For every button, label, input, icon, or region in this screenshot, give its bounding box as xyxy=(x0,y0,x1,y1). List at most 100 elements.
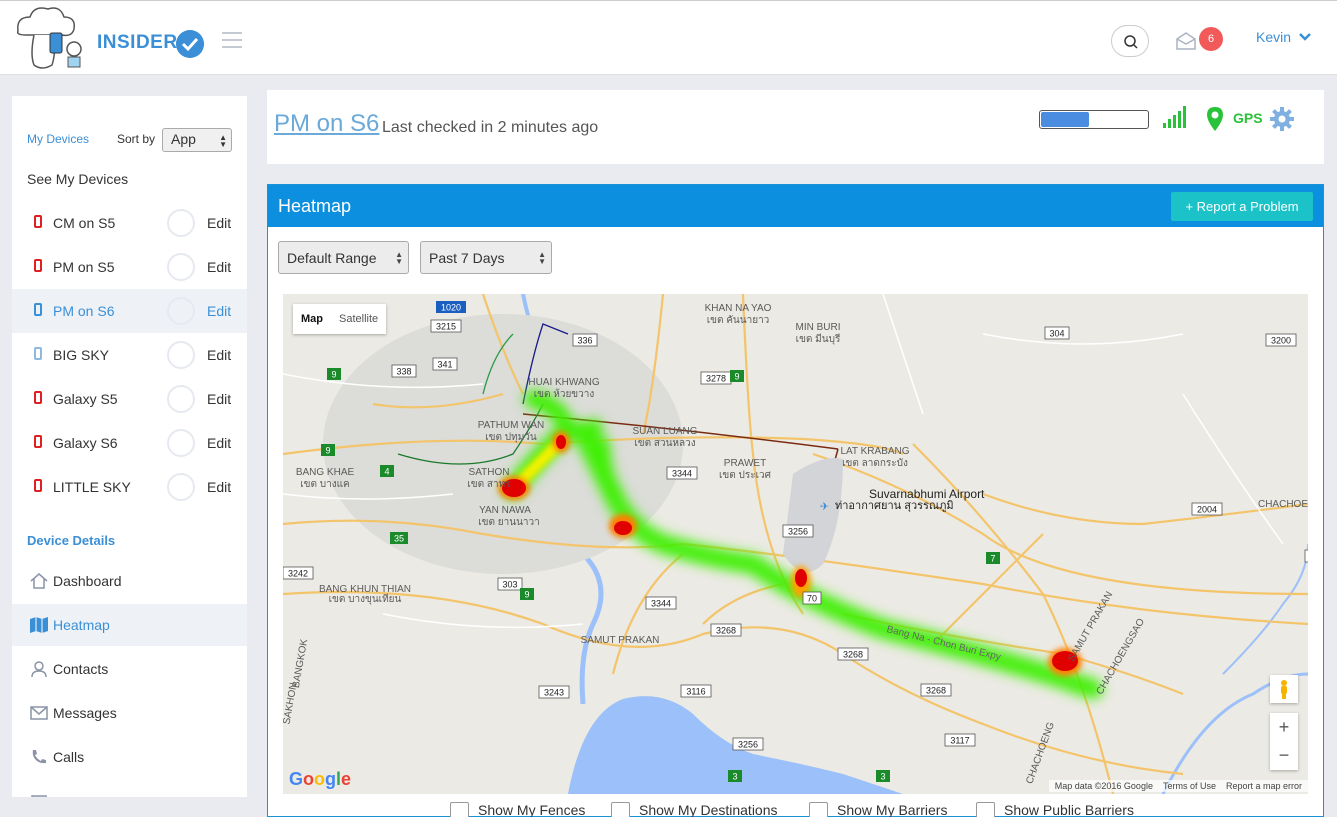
checkbox[interactable] xyxy=(976,802,995,817)
range-select[interactable]: Default Range ▲ ▼ xyxy=(278,241,409,274)
range-select-value: Default Range xyxy=(287,250,377,266)
device-item[interactable]: BIG SKY Edit xyxy=(12,333,247,377)
map-data-text: Map data ©2016 Google xyxy=(1054,781,1153,791)
device-edit-link[interactable]: Edit xyxy=(207,479,231,495)
map-label: เขต คันนายาว xyxy=(707,315,770,326)
device-edit-link[interactable]: Edit xyxy=(207,435,231,451)
device-edit-link[interactable]: Edit xyxy=(207,215,231,231)
insider-logo[interactable] xyxy=(12,3,92,73)
map-label: เขต สวนหลวง xyxy=(634,438,695,449)
phone-icon xyxy=(34,391,42,404)
checkbox[interactable] xyxy=(809,802,828,817)
road-shield-label: 336 xyxy=(577,336,592,346)
road-shield: 336 xyxy=(572,333,598,347)
heat-peak xyxy=(795,569,807,587)
road-shield: 3 xyxy=(876,770,890,782)
search-button[interactable] xyxy=(1111,25,1149,57)
zoom-out-button[interactable]: − xyxy=(1270,741,1298,769)
zoom-control[interactable]: + − xyxy=(1270,713,1298,770)
device-title-link[interactable]: PM on S6 xyxy=(274,110,379,138)
heat-blob xyxy=(583,419,603,439)
report-problem-button[interactable]: + Report a Problem xyxy=(1171,192,1313,221)
menu-toggle-icon[interactable] xyxy=(222,32,242,53)
report-map-error-link[interactable]: Report a map error xyxy=(1226,781,1302,791)
show-barriers-checkbox[interactable]: Show My Barriers xyxy=(809,802,947,817)
road-shield-label: 3116 xyxy=(686,687,705,697)
device-item[interactable]: Galaxy S5 Edit xyxy=(12,377,247,421)
road-shield-label: 341 xyxy=(437,360,452,370)
map-label: PRAWET xyxy=(724,458,766,469)
phone-call-icon xyxy=(32,750,46,764)
road-shield-label: 3200 xyxy=(1271,336,1291,346)
road-shield-label: 4 xyxy=(384,467,389,477)
road-shield-label: 3256 xyxy=(788,527,808,537)
road-shield-label: 7 xyxy=(990,554,995,564)
device-name: CM on S5 xyxy=(53,215,116,231)
road-shield: 3256 xyxy=(782,524,814,538)
brand-name[interactable]: INSIDER xyxy=(97,32,178,54)
device-item[interactable]: LITTLE SKY Edit xyxy=(12,465,247,509)
map-label: SAKHON xyxy=(283,682,300,726)
map-type-map[interactable]: Map xyxy=(293,304,331,334)
map-label: เขต ยานนาวา xyxy=(478,517,540,528)
device-edit-link[interactable]: Edit xyxy=(207,347,231,363)
nav-messages[interactable]: Messages xyxy=(12,692,247,734)
road-shield-label: 303 xyxy=(502,580,517,590)
road-shield-label: 3256 xyxy=(738,740,758,750)
street-view-pegman-icon[interactable] xyxy=(1270,675,1298,703)
see-my-devices-link[interactable]: See My Devices xyxy=(27,171,128,187)
mail-icon[interactable] xyxy=(1175,30,1197,52)
zoom-in-button[interactable]: + xyxy=(1270,713,1298,741)
heatmap-map[interactable]: ✈ 10203215336341338327830434813043200334… xyxy=(283,294,1308,794)
nav-heatmap[interactable]: Heatmap xyxy=(12,604,247,646)
nav-calls[interactable]: Calls xyxy=(12,736,247,778)
nav-dashboard[interactable]: Dashboard xyxy=(12,560,247,602)
road-shield: 3243 xyxy=(538,685,570,699)
map-type-control[interactable]: Map Satellite xyxy=(293,304,387,334)
nav-contacts[interactable]: Contacts xyxy=(12,648,247,690)
road-shield: 2004 xyxy=(1191,502,1223,516)
map-canvas[interactable]: ✈ 10203215336341338327830434813043200334… xyxy=(283,294,1308,794)
show-public-barriers-checkbox[interactable]: Show Public Barriers xyxy=(976,802,1134,817)
chevron-down-icon[interactable] xyxy=(1298,31,1312,43)
road-shield: 3268 xyxy=(837,647,869,661)
select-arrows-icon: ▲ ▼ xyxy=(395,250,403,266)
sort-select[interactable]: App ▲ ▼ xyxy=(162,128,232,152)
nav-label: Heatmap xyxy=(53,617,110,633)
period-select[interactable]: Past 7 Days ▲ ▼ xyxy=(420,241,552,274)
map-label: KHAN NA YAO xyxy=(705,303,772,314)
device-header-card: PM on S6 Last checked in 2 minutes ago G… xyxy=(267,90,1324,164)
road-shield: 9 xyxy=(730,370,744,382)
device-item-active[interactable]: PM on S6 Edit xyxy=(12,289,247,333)
device-item[interactable]: PM on S5 Edit xyxy=(12,245,247,289)
checkbox-label: Show Public Barriers xyxy=(1004,802,1134,817)
show-destinations-checkbox[interactable]: Show My Destinations xyxy=(611,802,778,817)
google-logo: Google xyxy=(289,769,352,789)
checkbox[interactable] xyxy=(450,802,469,817)
gear-icon[interactable] xyxy=(1269,106,1295,132)
road-shield: 1020 xyxy=(436,301,466,313)
checkbox[interactable] xyxy=(611,802,630,817)
map-icon xyxy=(30,617,48,633)
my-devices-link[interactable]: My Devices xyxy=(27,132,89,146)
road-shield: 35 xyxy=(390,532,408,544)
map-label: เขต มีนบุรี xyxy=(796,333,841,345)
road-shield: 4 xyxy=(380,465,394,477)
road-shield-label: 70 xyxy=(807,594,817,604)
road-shield-label: 9 xyxy=(734,372,739,382)
user-menu[interactable]: Kevin xyxy=(1256,29,1291,45)
device-edit-link[interactable]: Edit xyxy=(207,259,231,275)
checkbox-label: Show My Destinations xyxy=(639,802,778,817)
map-type-satellite[interactable]: Satellite xyxy=(331,304,386,334)
road-shield-label: 9 xyxy=(325,446,330,456)
device-edit-link[interactable]: Edit xyxy=(207,391,231,407)
nav-next-item[interactable] xyxy=(12,780,247,797)
road-shield-label: 3268 xyxy=(926,686,946,696)
terms-link[interactable]: Terms of Use xyxy=(1163,781,1216,791)
device-item[interactable]: CM on S5 Edit xyxy=(12,201,247,245)
device-edit-link[interactable]: Edit xyxy=(207,303,231,319)
device-item[interactable]: Galaxy S6 Edit xyxy=(12,421,247,465)
road-shield: 3256 xyxy=(732,737,764,751)
show-fences-checkbox[interactable]: Show My Fences xyxy=(450,802,585,817)
notification-badge[interactable]: 6 xyxy=(1199,27,1223,51)
